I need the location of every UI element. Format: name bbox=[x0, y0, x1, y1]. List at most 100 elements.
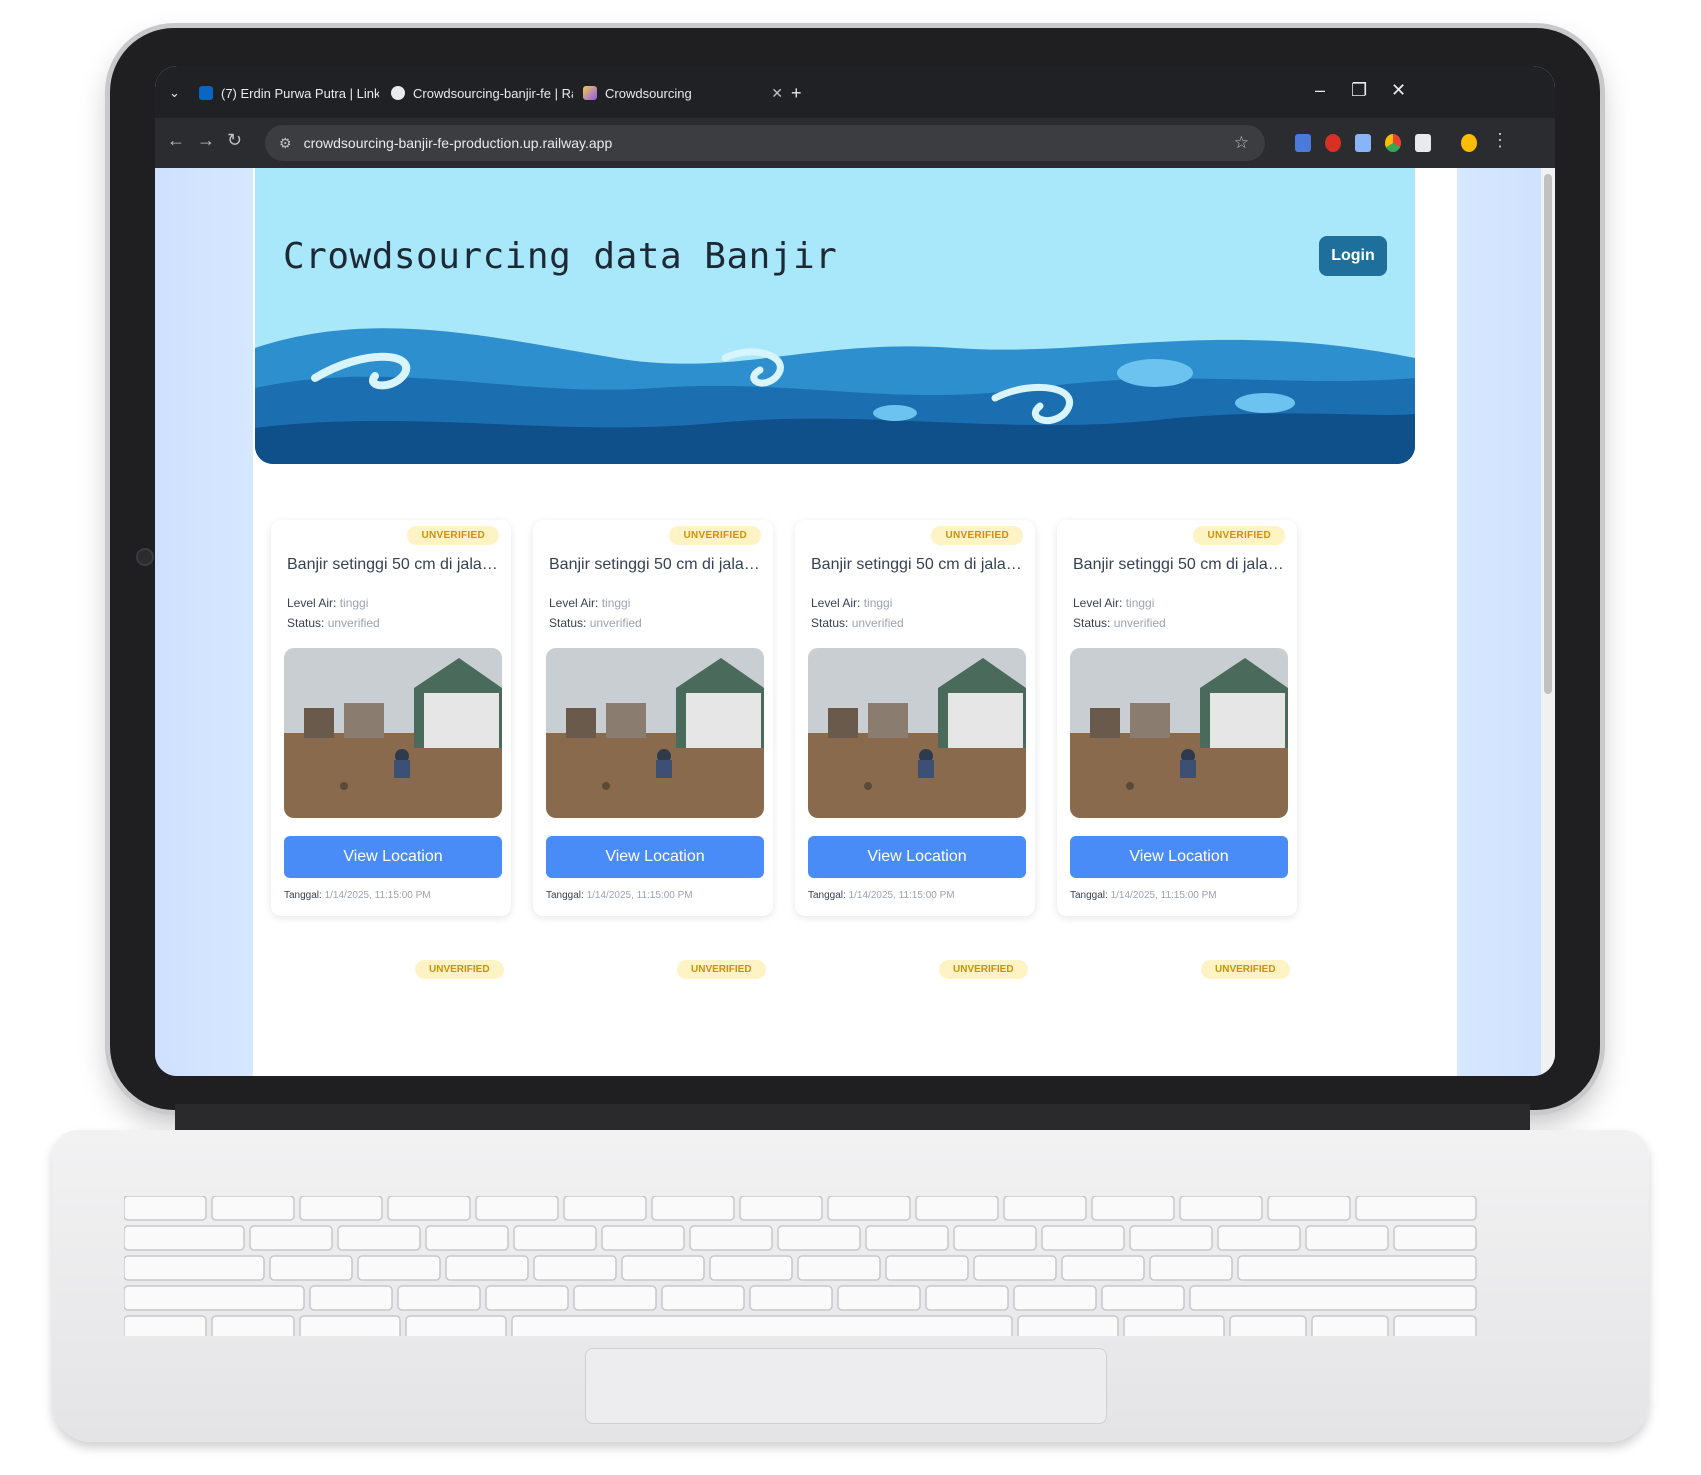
report-card: UNVERIFIED Banjir setinggi 50 cm di jala… bbox=[795, 520, 1035, 916]
status-value: unverified bbox=[851, 616, 904, 630]
report-status: Status: unverified bbox=[549, 616, 642, 630]
report-date: Tanggal: 1/14/2025, 11:15:00 PM bbox=[546, 890, 693, 901]
linkedin-icon bbox=[199, 86, 213, 100]
report-title: Banjir setinggi 50 cm di jalan ... bbox=[811, 556, 1029, 573]
minimize-icon[interactable]: – bbox=[1315, 80, 1325, 101]
view-location-button[interactable]: View Location bbox=[1070, 836, 1288, 878]
status-label: Status: bbox=[811, 616, 849, 630]
restore-icon[interactable]: ❐ bbox=[1351, 80, 1367, 101]
tab-strip: ⌄ (7) Erdin Purwa Putra | LinkedIn ✕ Cro… bbox=[155, 66, 1555, 118]
date-value: 1/14/2025, 11:15:00 PM bbox=[586, 890, 693, 901]
url-text: crowdsourcing-banjir-fe-production.up.ra… bbox=[303, 135, 613, 151]
new-tab-button[interactable]: + bbox=[791, 78, 811, 108]
tab-linkedin[interactable]: (7) Erdin Purwa Putra | LinkedIn ✕ bbox=[199, 78, 379, 108]
report-date: Tanggal: 1/14/2025, 11:15:00 PM bbox=[808, 890, 955, 901]
report-status: Status: unverified bbox=[287, 616, 380, 630]
flood-photo bbox=[546, 648, 764, 818]
flood-photo bbox=[284, 648, 502, 818]
forward-icon[interactable]: → bbox=[197, 130, 215, 151]
tab-title: Crowdsourcing bbox=[605, 85, 692, 101]
app-icon bbox=[583, 86, 597, 100]
tab-search-icon[interactable]: ⌄ bbox=[169, 78, 189, 108]
status-badge: UNVERIFIED bbox=[1201, 960, 1290, 979]
level-label: Level Air: bbox=[811, 596, 861, 610]
date-value: 1/14/2025, 11:15:00 PM bbox=[324, 890, 431, 901]
date-label: Tanggal: bbox=[284, 890, 322, 901]
view-location-button[interactable]: View Location bbox=[546, 836, 764, 878]
tab-title: (7) Erdin Purwa Putra | LinkedIn bbox=[221, 85, 379, 101]
login-button[interactable]: Login bbox=[1319, 236, 1387, 276]
report-title: Banjir setinggi 50 cm di jalan ... bbox=[1073, 556, 1291, 573]
site-info-icon[interactable]: ⚙ bbox=[279, 135, 292, 152]
status-label: Status: bbox=[549, 616, 587, 630]
tab-railway[interactable]: Crowdsourcing-banjir-fe | Rail ✕ bbox=[391, 78, 573, 108]
scrollbar[interactable] bbox=[1541, 168, 1555, 1076]
report-date: Tanggal: 1/14/2025, 11:15:00 PM bbox=[1070, 890, 1217, 901]
site-title: Crowdsourcing data Banjir bbox=[283, 236, 838, 277]
hero-header: Crowdsourcing data Banjir Login bbox=[255, 168, 1415, 464]
date-value: 1/14/2025, 11:15:00 PM bbox=[848, 890, 955, 901]
level-label: Level Air: bbox=[1073, 596, 1123, 610]
flood-photo bbox=[808, 648, 1026, 818]
view-location-button[interactable]: View Location bbox=[284, 836, 502, 878]
date-label: Tanggal: bbox=[1070, 890, 1108, 901]
back-icon[interactable]: ← bbox=[167, 130, 185, 151]
profile-avatar[interactable] bbox=[1461, 134, 1477, 152]
report-card: UNVERIFIED Banjir setinggi 50 cm di jala… bbox=[1057, 520, 1297, 916]
wave-illustration bbox=[255, 328, 1415, 464]
report-title: Banjir setinggi 50 cm di jalan ... bbox=[549, 556, 767, 573]
magic-keyboard bbox=[52, 1130, 1649, 1442]
report-card: UNVERIFIED Banjir setinggi 50 cm di jala… bbox=[271, 520, 511, 916]
status-badge: UNVERIFIED bbox=[415, 960, 504, 979]
status-value: unverified bbox=[1113, 616, 1166, 630]
status-badge: UNVERIFIED bbox=[677, 960, 766, 979]
scroll-thumb[interactable] bbox=[1544, 174, 1552, 694]
report-date: Tanggal: 1/14/2025, 11:15:00 PM bbox=[284, 890, 431, 901]
page-container: Crowdsourcing data Banjir Login UNVERIFI… bbox=[255, 168, 1415, 1076]
water-level: Level Air: tinggi bbox=[287, 596, 368, 610]
extension-puzzle-icon[interactable] bbox=[1415, 134, 1431, 152]
tab-crowdsourcing[interactable]: Crowdsourcing ✕ bbox=[583, 78, 783, 108]
level-value: tinggi bbox=[339, 596, 369, 610]
report-status: Status: unverified bbox=[1073, 616, 1166, 630]
address-bar[interactable]: ⚙ crowdsourcing-banjir-fe-production.up.… bbox=[265, 125, 1265, 161]
page-viewport: Crowdsourcing data Banjir Login UNVERIFI… bbox=[155, 168, 1555, 1076]
more-menu-icon[interactable]: ⋮ bbox=[1491, 130, 1509, 151]
status-label: Status: bbox=[287, 616, 325, 630]
date-label: Tanggal: bbox=[546, 890, 584, 901]
level-value: tinggi bbox=[601, 596, 631, 610]
extension-docs-icon[interactable] bbox=[1355, 134, 1371, 152]
close-window-icon[interactable]: ✕ bbox=[1391, 80, 1406, 101]
extension-record-icon[interactable] bbox=[1325, 134, 1341, 152]
browser-window: ⌄ (7) Erdin Purwa Putra | LinkedIn ✕ Cro… bbox=[155, 66, 1555, 1076]
flood-photo bbox=[1070, 648, 1288, 818]
railway-icon bbox=[391, 86, 405, 100]
water-level: Level Air: tinggi bbox=[811, 596, 892, 610]
status-label: Status: bbox=[1073, 616, 1111, 630]
extension-chrome-icon[interactable] bbox=[1385, 134, 1401, 152]
report-status: Status: unverified bbox=[811, 616, 904, 630]
date-label: Tanggal: bbox=[808, 890, 846, 901]
extension-translate-icon[interactable] bbox=[1295, 134, 1311, 152]
status-badge: UNVERIFIED bbox=[931, 526, 1023, 545]
report-card: UNVERIFIED Banjir setinggi 50 cm di jala… bbox=[533, 520, 773, 916]
level-value: tinggi bbox=[1125, 596, 1155, 610]
level-label: Level Air: bbox=[549, 596, 599, 610]
view-location-button[interactable]: View Location bbox=[808, 836, 1026, 878]
tab-title: Crowdsourcing-banjir-fe | Rail bbox=[413, 85, 573, 101]
report-title: Banjir setinggi 50 cm di jalan ... bbox=[287, 556, 505, 573]
status-badge: UNVERIFIED bbox=[407, 526, 499, 545]
status-value: unverified bbox=[589, 616, 642, 630]
camera-icon bbox=[136, 548, 154, 566]
level-label: Level Air: bbox=[287, 596, 337, 610]
bookmark-star-icon[interactable]: ☆ bbox=[1234, 133, 1249, 153]
water-level: Level Air: tinggi bbox=[549, 596, 630, 610]
close-tab-icon[interactable]: ✕ bbox=[771, 85, 783, 102]
tablet-frame: ⌄ (7) Erdin Purwa Putra | LinkedIn ✕ Cro… bbox=[110, 28, 1600, 1110]
status-value: unverified bbox=[327, 616, 380, 630]
trackpad[interactable] bbox=[585, 1348, 1107, 1424]
status-badge: UNVERIFIED bbox=[939, 960, 1028, 979]
status-badge: UNVERIFIED bbox=[1193, 526, 1285, 545]
level-value: tinggi bbox=[863, 596, 893, 610]
reload-icon[interactable]: ↻ bbox=[227, 130, 242, 151]
